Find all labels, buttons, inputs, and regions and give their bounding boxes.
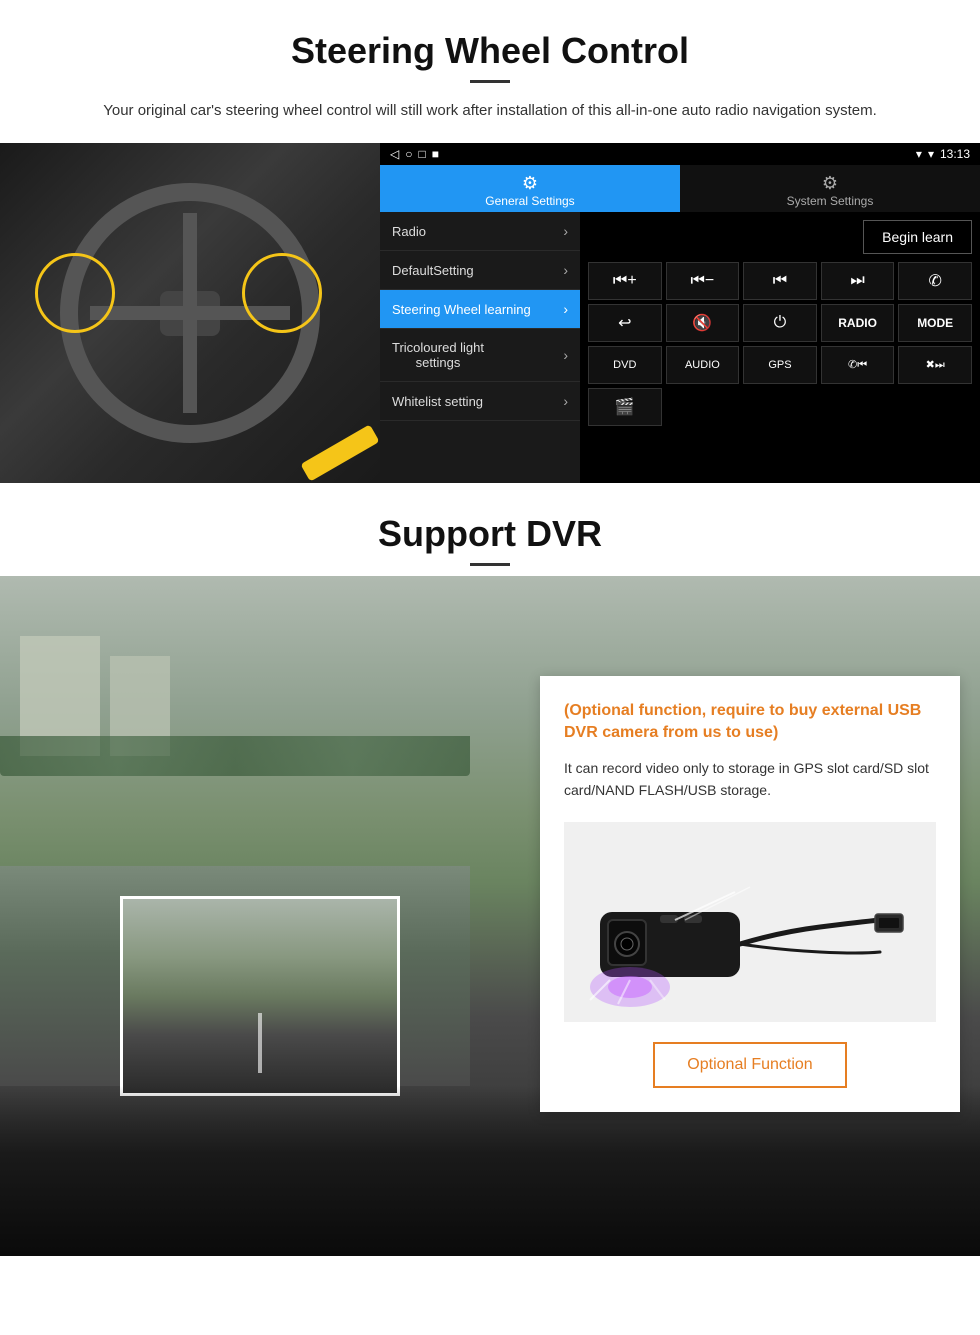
ctrl-hang-up[interactable]: ↩ (588, 304, 662, 342)
section-subtitle: Your original car's steering wheel contr… (80, 99, 900, 123)
menu-whitelist-label: Whitelist setting (392, 394, 483, 409)
general-settings-icon: ⚙ (384, 173, 676, 194)
ctrl-audio[interactable]: AUDIO (666, 346, 740, 384)
tab-general-label: General Settings (485, 194, 574, 208)
ctrl-skip-fwd[interactable]: ⏭ (821, 262, 895, 300)
ctrl-vol-prev-minus[interactable]: ⏮− (666, 262, 740, 300)
control-buttons-grid: ⏮+ ⏮− ⏮ ⏭ ✆ ↩ 🔇 ⏻ RADIO MODE DVD AUDIO G… (588, 262, 972, 426)
steering-wheel-section: Steering Wheel Control Your original car… (0, 0, 980, 123)
page-title: Steering Wheel Control (40, 30, 940, 72)
chevron-icon: › (563, 223, 568, 239)
road-center-line (258, 1013, 262, 1073)
chevron-icon: › (563, 347, 568, 363)
signal-icon: ▾ (916, 147, 922, 161)
tab-system-label: System Settings (787, 194, 874, 208)
system-settings-icon: ⚙ (684, 173, 976, 194)
chevron-icon: › (563, 393, 568, 409)
nav-menu-icon: ■ (432, 147, 439, 161)
ctrl-phone-prev[interactable]: ✆⏮ (821, 346, 895, 384)
menu-item-defaultsetting[interactable]: DefaultSetting › (380, 251, 580, 290)
ctrl-media[interactable]: 🎬 (588, 388, 662, 426)
menu-item-radio[interactable]: Radio › (380, 212, 580, 251)
menu-item-whitelist[interactable]: Whitelist setting › (380, 382, 580, 421)
ctrl-x-fwd[interactable]: ✖⏭ (898, 346, 972, 384)
chevron-icon: › (563, 301, 568, 317)
steering-wheel-photo (0, 143, 380, 483)
dvr-info-card: (Optional function, require to buy exter… (540, 676, 960, 1112)
ctrl-power[interactable]: ⏻ (743, 304, 817, 342)
ctrl-radio[interactable]: RADIO (821, 304, 895, 342)
ctrl-skip-back[interactable]: ⏮ (743, 262, 817, 300)
ctrl-vol-prev-plus[interactable]: ⏮+ (588, 262, 662, 300)
highlight-circle-left (35, 253, 115, 333)
menu-steering-label: Steering Wheel learning (392, 302, 531, 317)
dvr-photo-area: (Optional function, require to buy exter… (0, 576, 980, 1256)
dvr-camera-image (564, 822, 936, 1022)
tab-system-settings[interactable]: ⚙ System Settings (680, 165, 980, 212)
dvr-section: Support DVR (Optional function, require … (0, 483, 980, 1256)
android-menu: Radio › DefaultSetting › Steering Wheel … (380, 212, 580, 483)
android-right-panel: Begin learn ⏮+ ⏮− ⏮ ⏭ ✆ ↩ 🔇 ⏻ RADIO MODE (580, 212, 980, 483)
begin-learn-button[interactable]: Begin learn (863, 220, 972, 254)
highlight-circle-right (242, 253, 322, 333)
android-tabs: ⚙ General Settings ⚙ System Settings (380, 165, 980, 212)
status-time: 13:13 (940, 147, 970, 161)
ctrl-phone-pick[interactable]: ✆ (898, 262, 972, 300)
begin-learn-row: Begin learn (588, 220, 972, 254)
android-content: Radio › DefaultSetting › Steering Wheel … (380, 212, 980, 483)
dvr-thumbnail (120, 896, 400, 1096)
camera-svg (580, 832, 920, 1012)
nav-back-icon: ◁ (390, 147, 399, 161)
dvr-title-divider (470, 563, 510, 566)
wifi-icon: ▾ (928, 147, 934, 161)
menu-item-steering-wheel[interactable]: Steering Wheel learning › (380, 290, 580, 329)
thumb-road-scene (123, 899, 397, 1093)
dvr-section-header: Support DVR (0, 483, 980, 576)
nav-home-icon: ○ (405, 147, 412, 161)
android-ui-panel: ◁ ○ □ ■ ▾ ▾ 13:13 ⚙ General Settings ⚙ S… (380, 143, 980, 483)
ctrl-dvd[interactable]: DVD (588, 346, 662, 384)
menu-tricoloured-label: Tricoloured lightsettings (392, 340, 484, 370)
menu-defaultsetting-label: DefaultSetting (392, 263, 474, 278)
spoke-vertical (183, 213, 197, 413)
tree-row (0, 736, 470, 776)
optional-function-button[interactable]: Optional Function (653, 1042, 846, 1088)
ctrl-mode[interactable]: MODE (898, 304, 972, 342)
title-divider (470, 80, 510, 83)
dvr-title: Support DVR (40, 513, 940, 555)
chevron-icon: › (563, 262, 568, 278)
dvr-info-body: It can record video only to storage in G… (564, 757, 936, 802)
tab-general-settings[interactable]: ⚙ General Settings (380, 165, 680, 212)
ctrl-gps[interactable]: GPS (743, 346, 817, 384)
steering-demo-container: ◁ ○ □ ■ ▾ ▾ 13:13 ⚙ General Settings ⚙ S… (0, 143, 980, 483)
ctrl-mute[interactable]: 🔇 (666, 304, 740, 342)
nav-recent-icon: □ (418, 147, 425, 161)
pointer-arrow (300, 424, 379, 481)
android-statusbar: ◁ ○ □ ■ ▾ ▾ 13:13 (380, 143, 980, 165)
menu-radio-label: Radio (392, 224, 426, 239)
dvr-info-title: (Optional function, require to buy exter… (564, 700, 936, 745)
menu-item-tricoloured[interactable]: Tricoloured lightsettings › (380, 329, 580, 382)
